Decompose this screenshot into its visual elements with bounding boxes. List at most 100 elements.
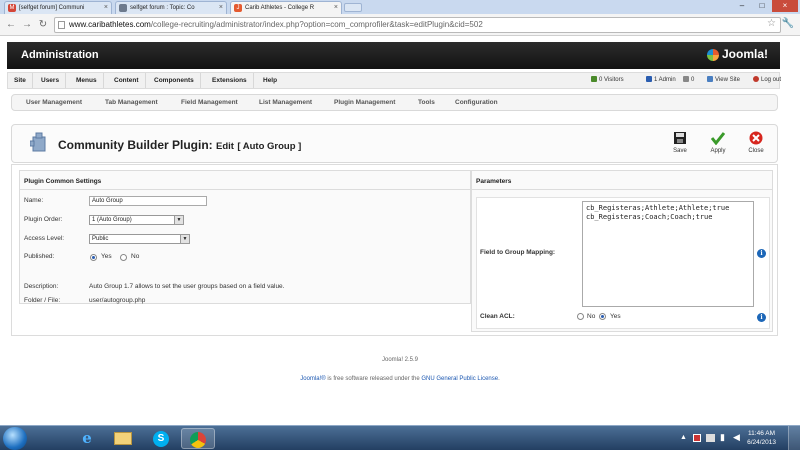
maximize-button[interactable]: □ (752, 0, 772, 12)
reload-icon[interactable]: ↻ (36, 18, 50, 32)
apply-label: Apply (710, 148, 726, 154)
clean-acl-yes-radio[interactable] (599, 313, 606, 320)
forward-arrow-icon[interactable]: → (20, 18, 34, 32)
gpl-link[interactable]: GNU General Public License (421, 376, 498, 382)
submenu-plugin-management[interactable]: Plugin Management (334, 95, 395, 110)
apply-button[interactable]: Apply (705, 131, 731, 154)
view-site-link[interactable]: View Site (707, 73, 740, 88)
submenu-list-management[interactable]: List Management (259, 95, 312, 110)
skype-icon[interactable]: S (144, 428, 178, 449)
admin-icon (646, 76, 652, 83)
menu-components[interactable]: Components (148, 73, 201, 88)
tray-expand-icon[interactable]: ▲ (680, 434, 687, 450)
chevron-down-icon: ▼ (180, 235, 189, 243)
license-end: . (498, 376, 500, 382)
field-to-group-mapping-textarea[interactable]: cb_Registeras;Athlete;Athlete;true cb_Re… (582, 201, 754, 307)
menu-help[interactable]: Help (257, 73, 283, 88)
clean-acl-no-label: No (587, 313, 596, 320)
display-icon[interactable] (706, 434, 715, 442)
joomla-logo-icon (706, 48, 719, 61)
start-button[interactable] (3, 427, 27, 450)
menu-extensions[interactable]: Extensions (206, 73, 254, 88)
wrench-icon[interactable]: 🔧 (782, 18, 794, 29)
close-button[interactable]: Close (743, 131, 769, 154)
file-explorer-icon[interactable] (106, 428, 140, 449)
skype-logo-icon: S (153, 430, 169, 447)
chevron-down-icon: ▼ (174, 216, 183, 224)
browser-tab-label: Carib Athletes - College R (245, 5, 315, 11)
new-tab-button[interactable] (344, 3, 362, 12)
submenu-tab-management[interactable]: Tab Management (105, 95, 158, 110)
browser-tab-3[interactable]: J Carib Athletes - College R × (230, 1, 342, 14)
back-arrow-icon[interactable]: ← (4, 18, 18, 32)
name-label: Name: (24, 197, 44, 204)
plugin-order-select[interactable]: 1 (Auto Group) ▼ (89, 215, 184, 225)
logout-link[interactable]: Log out (753, 73, 781, 88)
folder-icon (114, 432, 132, 446)
published-yes-radio[interactable] (90, 254, 97, 261)
close-icon[interactable]: × (219, 2, 223, 14)
access-level-select[interactable]: Public ▼ (89, 234, 190, 244)
menu-users[interactable]: Users (35, 73, 67, 88)
joomla-link[interactable]: Joomla!® (300, 376, 325, 382)
admin-label: 1 Admin (654, 77, 676, 83)
description-label: Description: (24, 283, 59, 290)
submenu-field-management[interactable]: Field Management (181, 95, 238, 110)
clean-acl-yes-label: Yes (610, 313, 621, 320)
submenu-configuration[interactable]: Configuration (455, 95, 498, 110)
save-button[interactable]: Save (667, 131, 693, 154)
browser-tab-bar: M [selfget forum] Communi × selfget foru… (0, 0, 800, 14)
menu-menus[interactable]: Menus (70, 73, 104, 88)
browser-tab-2[interactable]: selfget forum : Topic: Co × (115, 1, 227, 14)
admin-header: Administration Joomla! (7, 42, 780, 69)
clean-acl-no-radio[interactable] (577, 313, 584, 320)
url-input[interactable]: www.caribathletes.com/college-recruiting… (54, 17, 781, 33)
plugin-order-label: Plugin Order: (24, 216, 63, 223)
submenu-tools[interactable]: Tools (418, 95, 435, 110)
menu-content[interactable]: Content (108, 73, 146, 88)
submenu-user-management[interactable]: User Management (26, 95, 82, 110)
folder-file-label: Folder / File: (24, 297, 61, 304)
gmail-icon: M (8, 4, 16, 12)
info-icon[interactable]: i (757, 313, 766, 322)
page-icon (119, 4, 127, 12)
cb-submenu: User Management Tab Management Field Man… (11, 94, 778, 111)
window-close-button[interactable]: × (772, 0, 798, 12)
name-input[interactable]: Auto Group (89, 196, 207, 206)
checkmark-icon (711, 132, 725, 145)
clock-date: 6/24/2013 (747, 439, 776, 446)
common-settings-legend: Plugin Common Settings (24, 178, 102, 185)
show-desktop-button[interactable] (788, 426, 800, 450)
volume-icon[interactable]: ◀ (733, 432, 740, 450)
plugin-edit-title: Community Builder Plugin: Edit [ Auto Gr… (58, 138, 301, 152)
plugin-edit-panel: Plugin Common Settings Name: Auto Group … (11, 164, 778, 336)
logout-label: Log out (761, 77, 782, 83)
logout-icon (753, 76, 759, 83)
close-icon[interactable]: × (104, 2, 108, 14)
browser-tab-label: selfget forum : Topic: Co (130, 5, 195, 11)
taskbar-clock[interactable]: 11:46 AM 6/24/2013 (747, 429, 776, 447)
version-footer: Joomla! 2.5.9 (381, 357, 419, 363)
visitors-icon (591, 76, 597, 83)
published-yes-label: Yes (101, 253, 112, 260)
url-host: www.caribathletes.com (69, 20, 151, 29)
close-icon[interactable]: × (334, 2, 338, 14)
published-no-radio[interactable] (120, 254, 127, 261)
close-circle-icon (749, 131, 763, 145)
parameters-box: Field to Group Mapping: cb_Registeras;At… (476, 197, 770, 329)
menu-site[interactable]: Site (8, 73, 33, 88)
internet-explorer-icon[interactable]: e (70, 428, 104, 449)
messages-label: 0 (691, 77, 695, 83)
info-icon[interactable]: i (757, 249, 766, 258)
messages-count[interactable]: 0 (683, 73, 694, 88)
minimize-button[interactable]: – (732, 0, 752, 12)
network-icon[interactable]: ▮ (720, 432, 725, 450)
action-center-icon[interactable] (693, 434, 701, 442)
parameters-panel: Parameters Field to Group Mapping: cb_Re… (471, 170, 773, 332)
parameters-legend: Parameters (476, 178, 512, 185)
page-title: Administration (21, 49, 99, 61)
browser-tab-1[interactable]: M [selfget forum] Communi × (4, 1, 112, 14)
chrome-icon[interactable] (181, 428, 215, 449)
bookmark-star-icon[interactable]: ☆ (767, 18, 776, 29)
browser-tab-label: [selfget forum] Communi (19, 5, 85, 11)
